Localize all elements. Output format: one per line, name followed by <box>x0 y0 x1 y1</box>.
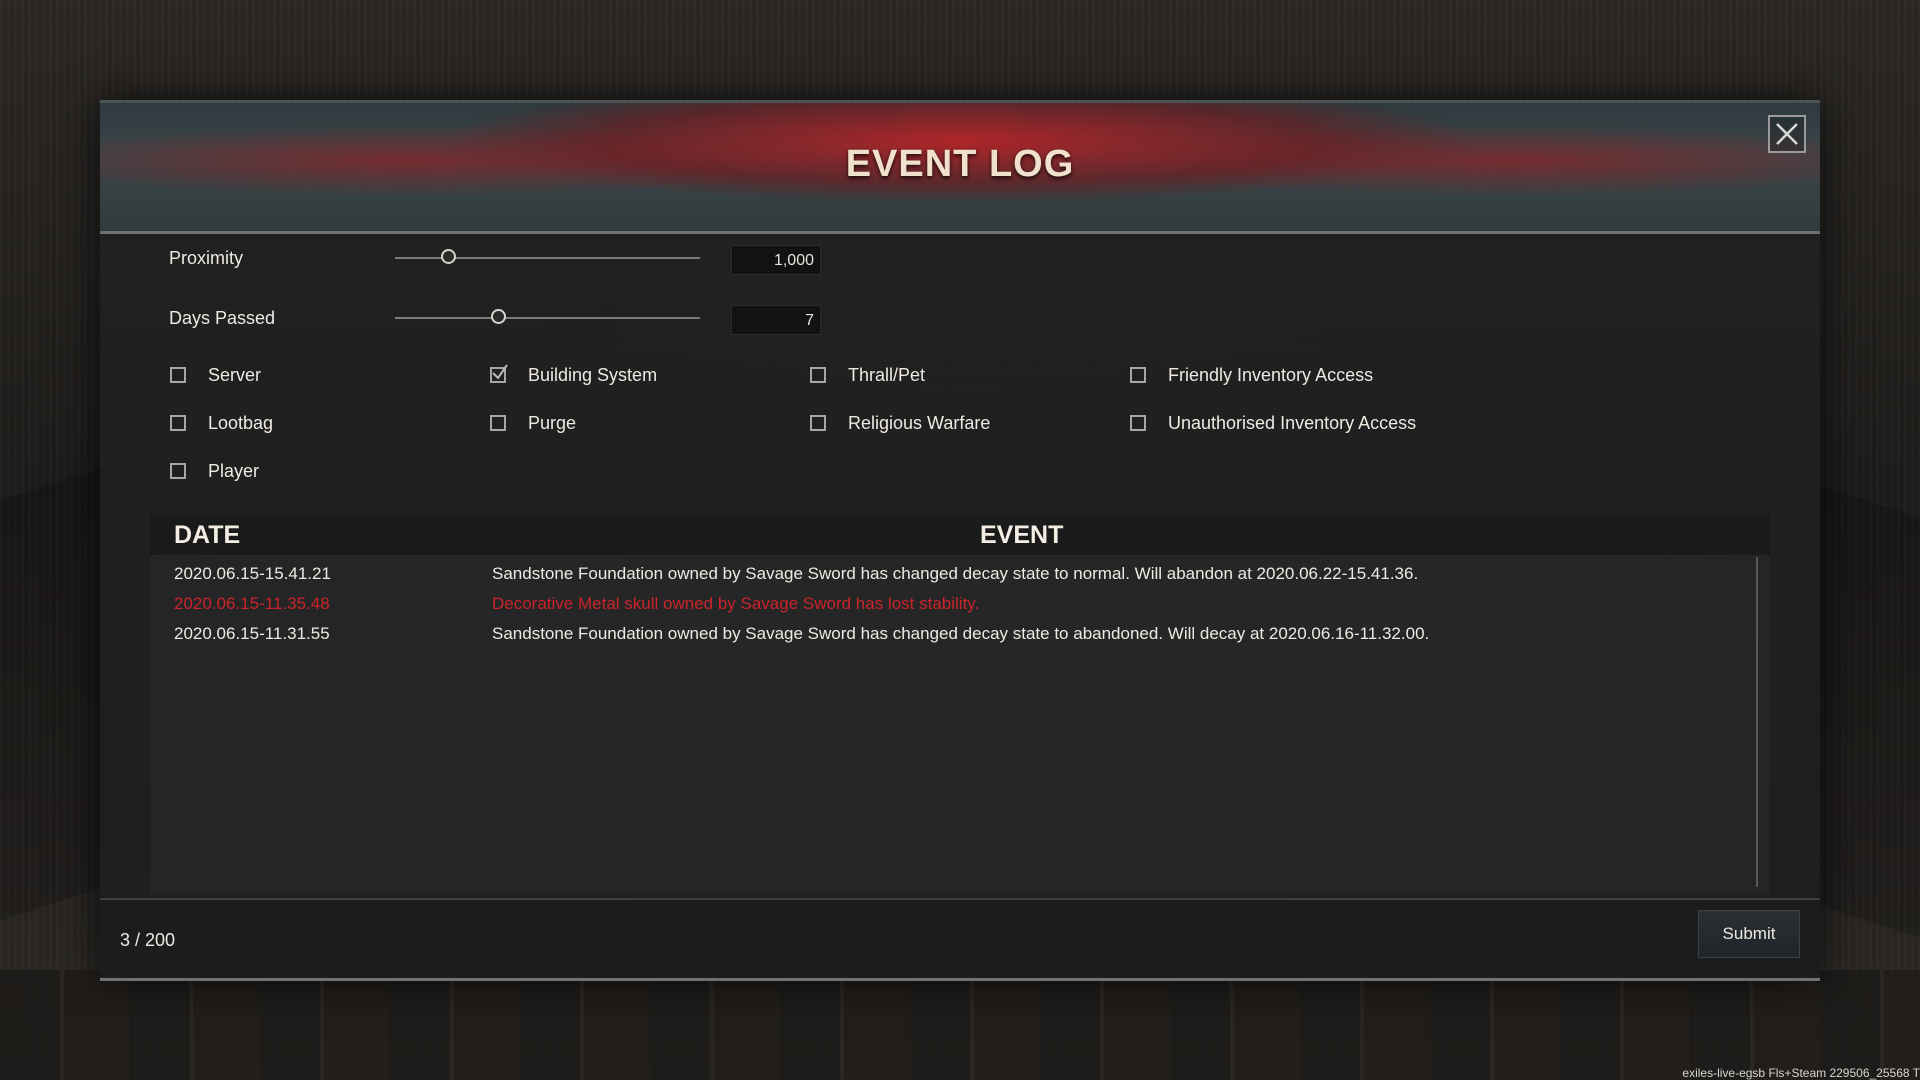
checkbox-box <box>1130 367 1146 383</box>
row-event: Decorative Metal skull owned by Savage S… <box>492 594 980 613</box>
checkbox-label: Player <box>208 460 260 481</box>
dialog-footer: 3 / 200 Submit <box>100 898 1820 981</box>
table-row: 2020.06.15-11.35.48 Decorative Metal sku… <box>150 589 1750 619</box>
checkbox-box <box>170 463 186 479</box>
checkbox-label: Server <box>208 364 262 385</box>
checkbox-box <box>1130 415 1146 431</box>
checkbox-religious-warfare[interactable]: Religious Warfare <box>810 411 990 435</box>
checkbox-label: Lootbag <box>208 412 274 433</box>
checkbox-lootbag[interactable]: Lootbag <box>170 411 273 435</box>
days-passed-input[interactable]: 7 <box>731 305 821 335</box>
checkbox-box <box>810 367 826 383</box>
checkbox-friendly-inventory-access[interactable]: Friendly Inventory Access <box>1130 363 1373 387</box>
row-date: 2020.06.15-11.31.55 <box>174 624 330 643</box>
days-passed-slider[interactable] <box>395 308 700 328</box>
proximity-slider[interactable] <box>395 248 700 268</box>
checkbox-box <box>490 415 506 431</box>
event-count: 3 / 200 <box>120 930 176 950</box>
table-scrollbar[interactable] <box>1756 557 1758 887</box>
checkbox-player[interactable]: Player <box>170 459 259 483</box>
background-floor <box>0 970 1920 1080</box>
row-date: 2020.06.15-11.35.48 <box>174 594 330 613</box>
close-icon <box>1776 123 1798 145</box>
row-event: Sandstone Foundation owned by Savage Swo… <box>492 624 1430 643</box>
checkbox-label: Unauthorised Inventory Access <box>1168 412 1417 433</box>
checkbox-box <box>810 415 826 431</box>
table-row: 2020.06.15-11.31.55 Sandstone Foundation… <box>150 619 1750 649</box>
checkbox-label: Purge <box>528 412 577 433</box>
column-header-date: DATE <box>174 521 241 549</box>
checkbox-box <box>170 367 186 383</box>
event-table: DATE EVENT 2020.06.15-15.41.21 Sandstone… <box>150 515 1770 895</box>
proximity-label: Proximity <box>169 248 244 268</box>
checkbox-server[interactable]: Server <box>170 363 261 387</box>
days-passed-slider-thumb[interactable] <box>491 309 506 324</box>
checkbox-label: Thrall/Pet <box>848 364 926 385</box>
build-info: exiles-live-egsb Fls+Steam 229506_25568 … <box>1682 1066 1920 1080</box>
proximity-input[interactable]: 1,000 <box>731 245 821 275</box>
checkbox-label: Friendly Inventory Access <box>1168 364 1374 385</box>
close-button[interactable] <box>1768 115 1806 153</box>
checkbox-thrall-pet[interactable]: Thrall/Pet <box>810 363 925 387</box>
days-passed-slider-track <box>395 317 700 319</box>
dialog-title: EVENT LOG <box>845 143 1075 185</box>
table-row: 2020.06.15-15.41.21 Sandstone Foundation… <box>150 559 1750 589</box>
checkbox-building-system[interactable]: Building System <box>490 363 657 387</box>
submit-button[interactable]: Submit <box>1698 910 1800 958</box>
checkbox-box <box>490 364 508 383</box>
column-header-event: EVENT <box>980 521 1064 549</box>
checkbox-box <box>170 415 186 431</box>
checkbox-unauthorised-inventory-access[interactable]: Unauthorised Inventory Access <box>1130 411 1416 435</box>
row-event: Sandstone Foundation owned by Savage Swo… <box>492 564 1419 583</box>
days-passed-label: Days Passed <box>169 308 276 328</box>
checkmark-icon <box>492 364 508 380</box>
dialog-header: EVENT LOG <box>100 100 1820 234</box>
event-log-dialog: EVENT LOG Proximity 1,000 Days Passed 7 … <box>100 100 1820 981</box>
proximity-slider-thumb[interactable] <box>441 249 456 264</box>
table-header: DATE EVENT <box>150 515 1770 555</box>
checkbox-label: Building System <box>528 364 658 385</box>
checkbox-purge[interactable]: Purge <box>490 411 576 435</box>
row-date: 2020.06.15-15.41.21 <box>174 564 331 583</box>
checkbox-label: Religious Warfare <box>848 412 991 433</box>
